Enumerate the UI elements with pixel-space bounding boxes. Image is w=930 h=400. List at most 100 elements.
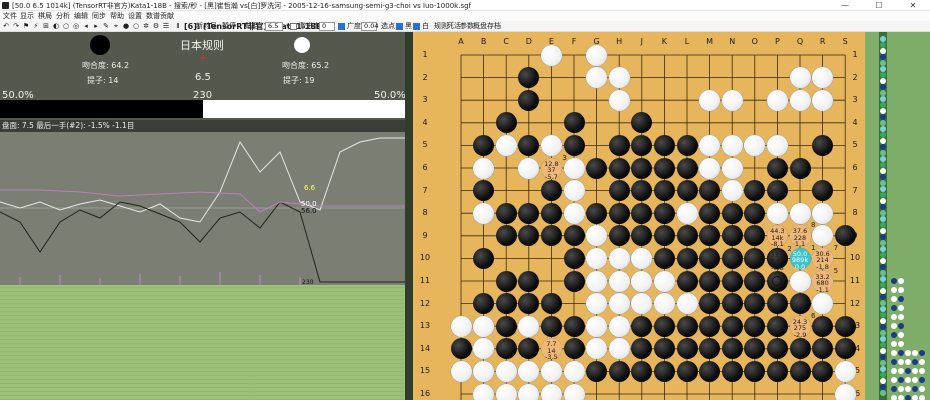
estimate-icon[interactable]: ○ [62, 22, 70, 30]
variation-dot[interactable] [898, 395, 904, 400]
white-stone[interactable] [766, 202, 788, 224]
go-board[interactable]: ABCDEFGHJKLMNOPQRS1122334455667788991010… [413, 32, 865, 400]
arrow-right-icon[interactable]: ▸ [92, 22, 100, 30]
deadstones-button[interactable]: 死活 [447, 22, 461, 31]
white-stone[interactable] [608, 89, 630, 111]
black-stone[interactable] [676, 360, 698, 382]
variation-dot[interactable] [891, 305, 897, 311]
white-stone[interactable] [563, 360, 585, 382]
variation-dot[interactable] [898, 287, 904, 293]
black-stone[interactable] [495, 202, 517, 224]
menu-view[interactable]: 显示 [20, 11, 34, 21]
black-stone[interactable] [518, 202, 540, 224]
gear-icon[interactable]: ⚙ [152, 22, 160, 30]
black-stone[interactable] [495, 270, 517, 292]
variation-dot[interactable] [880, 390, 886, 396]
white-checkbox[interactable] [413, 23, 420, 30]
white-stone[interactable] [608, 247, 630, 269]
variation-dot[interactable] [905, 395, 911, 400]
white-stone[interactable] [563, 180, 585, 202]
save-button[interactable]: 存档 [487, 22, 501, 31]
black-stone[interactable] [473, 134, 495, 156]
black-stone[interactable] [495, 112, 517, 134]
black-stone[interactable] [540, 180, 562, 202]
black-stone[interactable] [608, 225, 630, 247]
variation-dot[interactable] [891, 296, 897, 302]
variation-dot[interactable] [912, 359, 918, 365]
variation-dot[interactable] [919, 368, 925, 374]
menu-sync[interactable]: 同步 [92, 11, 106, 21]
wide-checkbox[interactable] [338, 23, 345, 30]
edit-icon[interactable]: ✎ [102, 22, 110, 30]
black-stone[interactable] [766, 360, 788, 382]
black-stone[interactable] [653, 202, 675, 224]
black-stone[interactable] [495, 338, 517, 360]
black-stone[interactable] [676, 270, 698, 292]
white-stone[interactable] [563, 383, 585, 400]
black-stone[interactable] [789, 157, 811, 179]
black-stone[interactable] [789, 293, 811, 315]
params-button[interactable]: 参数 [460, 22, 474, 31]
white-stone[interactable] [608, 67, 630, 89]
black-stone[interactable] [631, 315, 653, 337]
variation-dot[interactable] [898, 332, 904, 338]
white-stone[interactable] [766, 89, 788, 111]
variation-dot[interactable] [891, 386, 897, 392]
black-stone[interactable] [653, 360, 675, 382]
black-stone[interactable] [721, 247, 743, 269]
variation-dot[interactable] [898, 377, 904, 383]
list-icon[interactable]: ☰ [162, 22, 170, 30]
extend-checkbox[interactable] [290, 23, 297, 30]
variation-dot[interactable] [891, 377, 897, 383]
white-stone[interactable] [495, 360, 517, 382]
white-stone[interactable] [699, 89, 721, 111]
white-stone[interactable] [608, 338, 630, 360]
black-stone[interactable] [608, 180, 630, 202]
white-stone[interactable] [789, 202, 811, 224]
candidate-move[interactable]: 30.6 214 -1.8 7 [812, 245, 838, 270]
variation-dot[interactable] [898, 296, 904, 302]
black-stone[interactable] [563, 225, 585, 247]
variation-dot[interactable] [891, 314, 897, 320]
variation-dot[interactable] [898, 386, 904, 392]
black-stone[interactable] [676, 315, 698, 337]
black-stone[interactable] [699, 315, 721, 337]
black-stone[interactable] [608, 202, 630, 224]
candidate-move[interactable]: 12.8 37 -5.7 3 [540, 154, 567, 180]
variation-dot[interactable] [891, 287, 897, 293]
black-stone[interactable] [721, 202, 743, 224]
white-stone[interactable] [473, 202, 495, 224]
variation-dot[interactable] [919, 395, 925, 400]
black-stone[interactable] [721, 293, 743, 315]
black-stone[interactable] [608, 134, 630, 156]
white-stone[interactable] [789, 67, 811, 89]
candidate-move[interactable]: 7.7 14 -3.5 [540, 338, 562, 360]
variation-dot[interactable] [898, 341, 904, 347]
white-stone[interactable] [789, 89, 811, 111]
white-stone[interactable] [676, 293, 698, 315]
black-stone[interactable] [812, 360, 834, 382]
black-stone[interactable] [744, 202, 766, 224]
white-stone[interactable] [766, 134, 788, 156]
candidate-move[interactable]: 44.3 14k -8.1 [766, 225, 788, 247]
white-stone[interactable] [699, 157, 721, 179]
komi-input[interactable]: 6.5 [265, 22, 283, 31]
black-stone[interactable] [495, 225, 517, 247]
menu-contribute[interactable]: 数谱贡献 [146, 11, 174, 21]
pin-icon[interactable]: ⌖ [112, 22, 120, 30]
variation-dot[interactable] [898, 278, 904, 284]
black-stone[interactable] [721, 315, 743, 337]
black-stone[interactable] [676, 247, 698, 269]
black-stone[interactable] [766, 293, 788, 315]
white-stone[interactable] [653, 270, 675, 292]
variation-dot[interactable] [898, 305, 904, 311]
white-stone[interactable] [676, 202, 698, 224]
black-stone[interactable] [789, 338, 811, 360]
white-stone[interactable] [518, 157, 540, 179]
black-stone[interactable] [518, 270, 540, 292]
variation-dot[interactable] [891, 341, 897, 347]
black-stone[interactable] [766, 315, 788, 337]
pass-icon[interactable]: ⚡ [32, 22, 40, 30]
white-stone[interactable] [789, 270, 811, 292]
black-stone[interactable] [473, 247, 495, 269]
